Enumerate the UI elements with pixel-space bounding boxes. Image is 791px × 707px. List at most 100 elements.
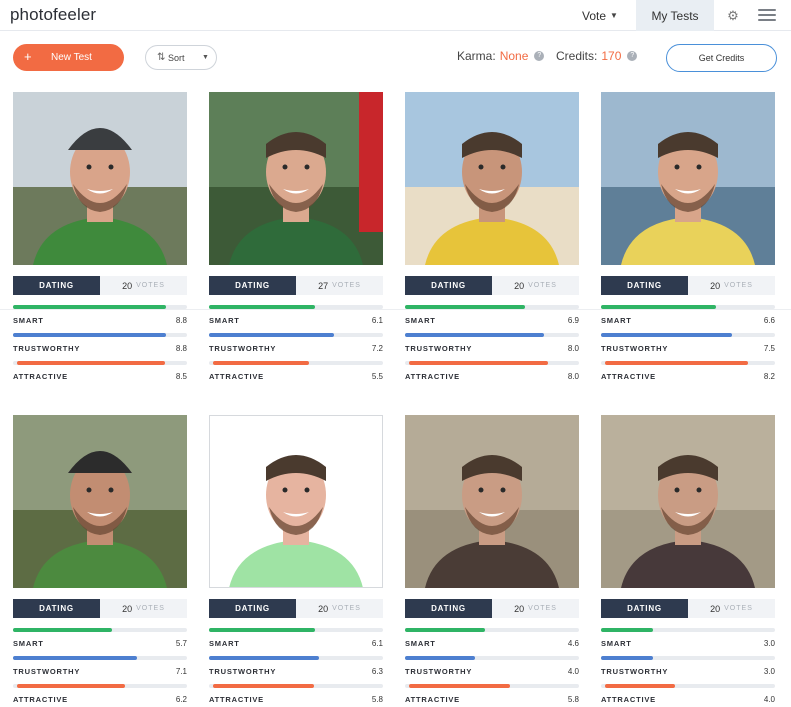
trustworthy-bar	[209, 656, 383, 660]
smart-score: 6.9	[567, 316, 579, 325]
test-card[interactable]: DATING 20 VOTES SMART 4.6 TRUSTWORTHY 4.0…	[405, 415, 579, 707]
category-badge: DATING	[601, 276, 688, 295]
trustworthy-bar-fill	[601, 656, 654, 660]
category-row: DATING 20 VOTES	[405, 599, 579, 618]
smart-bar	[13, 305, 187, 309]
trustworthy-score: 6.3	[371, 667, 383, 676]
test-photo[interactable]	[601, 415, 775, 588]
category-badge: DATING	[209, 276, 296, 295]
profile-photo	[601, 415, 775, 588]
votes-number: 20	[514, 603, 525, 614]
test-photo[interactable]	[209, 92, 383, 265]
attractive-label: ATTRACTIVE	[209, 695, 264, 704]
smart-label: SMART	[13, 316, 44, 325]
attractive-label: ATTRACTIVE	[601, 695, 656, 704]
my-tests-tab[interactable]: My Tests	[636, 0, 714, 31]
credits-value: 170	[601, 49, 622, 63]
smart-score: 8.8	[175, 316, 187, 325]
attractive-score: 8.2	[763, 372, 775, 381]
attractive-bar	[209, 684, 383, 688]
trustworthy-label: TRUSTWORTHY	[13, 667, 81, 676]
profile-photo	[13, 415, 187, 588]
smart-bar-fill	[601, 305, 716, 309]
votes-count: 20 VOTES	[688, 599, 775, 618]
category-badge: DATING	[405, 599, 492, 618]
test-card[interactable]: DATING 20 VOTES SMART 5.7 TRUSTWORTHY 7.1…	[13, 415, 187, 707]
attractive-score: 4.0	[763, 695, 775, 704]
get-credits-button[interactable]: Get Credits	[666, 44, 777, 72]
votes-count: 20 VOTES	[492, 599, 579, 618]
votes-count: 20 VOTES	[688, 276, 775, 295]
trustworthy-bar	[13, 333, 187, 337]
test-photo[interactable]	[13, 415, 187, 588]
hamburger-menu-icon[interactable]	[758, 7, 776, 23]
votes-number: 27	[318, 280, 329, 291]
test-photo[interactable]	[209, 415, 383, 588]
smart-score: 6.6	[763, 316, 775, 325]
trustworthy-score: 7.2	[371, 344, 383, 353]
trustworthy-bar	[405, 656, 579, 660]
test-card[interactable]: DATING 20 VOTES SMART 8.8 TRUSTWORTHY 8.8…	[13, 92, 187, 392]
vote-menu[interactable]: Vote ▼	[570, 0, 630, 31]
attractive-bar-fill	[409, 684, 510, 688]
test-card[interactable]: DATING 20 VOTES SMART 6.9 TRUSTWORTHY 8.0…	[405, 92, 579, 392]
attractive-bar	[405, 361, 579, 365]
photofeeler-logo[interactable]: photofeeler	[10, 5, 96, 25]
help-icon[interactable]: ?	[627, 51, 638, 61]
votes-number: 20	[710, 603, 721, 614]
attractive-bar	[209, 361, 383, 365]
vote-label: Vote	[582, 8, 607, 23]
trustworthy-label: TRUSTWORTHY	[209, 344, 277, 353]
test-card[interactable]: DATING 20 VOTES SMART 6.1 TRUSTWORTHY 6.3…	[209, 415, 383, 707]
test-card[interactable]: DATING 27 VOTES SMART 6.1 TRUSTWORTHY 7.2…	[209, 92, 383, 392]
karma-label: Karma:	[457, 49, 496, 63]
test-photo[interactable]	[601, 92, 775, 265]
votes-number: 20	[318, 603, 329, 614]
smart-score: 5.7	[175, 639, 187, 648]
category-badge: DATING	[209, 599, 296, 618]
smart-bar	[405, 628, 579, 632]
profile-photo	[209, 92, 383, 265]
category-row: DATING 20 VOTES	[13, 276, 187, 295]
votes-number: 20	[122, 603, 133, 614]
trustworthy-bar-fill	[405, 333, 545, 337]
attractive-label: ATTRACTIVE	[209, 372, 264, 381]
smart-score: 3.0	[763, 639, 775, 648]
category-badge: DATING	[601, 599, 688, 618]
smart-score: 6.1	[371, 316, 383, 325]
test-photo[interactable]	[405, 415, 579, 588]
votes-number: 20	[122, 280, 133, 291]
sort-icon: ⇅	[157, 52, 166, 63]
test-card[interactable]: DATING 20 VOTES SMART 3.0 TRUSTWORTHY 3.0…	[601, 415, 775, 707]
trustworthy-label: TRUSTWORTHY	[405, 667, 473, 676]
help-icon[interactable]: ?	[534, 51, 545, 61]
category-row: DATING 20 VOTES	[601, 599, 775, 618]
profile-photo	[405, 415, 579, 588]
trustworthy-label: TRUSTWORTHY	[13, 344, 81, 353]
smart-label: SMART	[601, 316, 632, 325]
smart-bar-fill	[405, 305, 526, 309]
attractive-bar-fill	[17, 361, 165, 365]
sort-button[interactable]: ⇅ Sort ▼	[145, 45, 217, 70]
gear-icon[interactable]: ⚙	[722, 0, 744, 31]
new-test-label: New Test	[51, 52, 92, 63]
attractive-score: 5.8	[371, 695, 383, 704]
new-test-button[interactable]: + New Test	[13, 44, 124, 71]
category-row: DATING 20 VOTES	[405, 276, 579, 295]
credits-status: Credits: 170 ?	[556, 49, 638, 63]
trustworthy-bar	[405, 333, 579, 337]
votes-number: 20	[710, 280, 721, 291]
smart-label: SMART	[405, 639, 436, 648]
test-photo[interactable]	[405, 92, 579, 265]
votes-label: VOTES	[724, 282, 753, 289]
trustworthy-label: TRUSTWORTHY	[209, 667, 277, 676]
trustworthy-score: 4.0	[567, 667, 579, 676]
attractive-label: ATTRACTIVE	[13, 372, 68, 381]
plus-icon: +	[24, 49, 32, 64]
smart-bar	[405, 305, 579, 309]
attractive-bar-fill	[213, 684, 314, 688]
test-card[interactable]: DATING 20 VOTES SMART 6.6 TRUSTWORTHY 7.5…	[601, 92, 775, 392]
trustworthy-score: 8.8	[175, 344, 187, 353]
test-photo[interactable]	[13, 92, 187, 265]
trustworthy-bar-fill	[209, 656, 319, 660]
